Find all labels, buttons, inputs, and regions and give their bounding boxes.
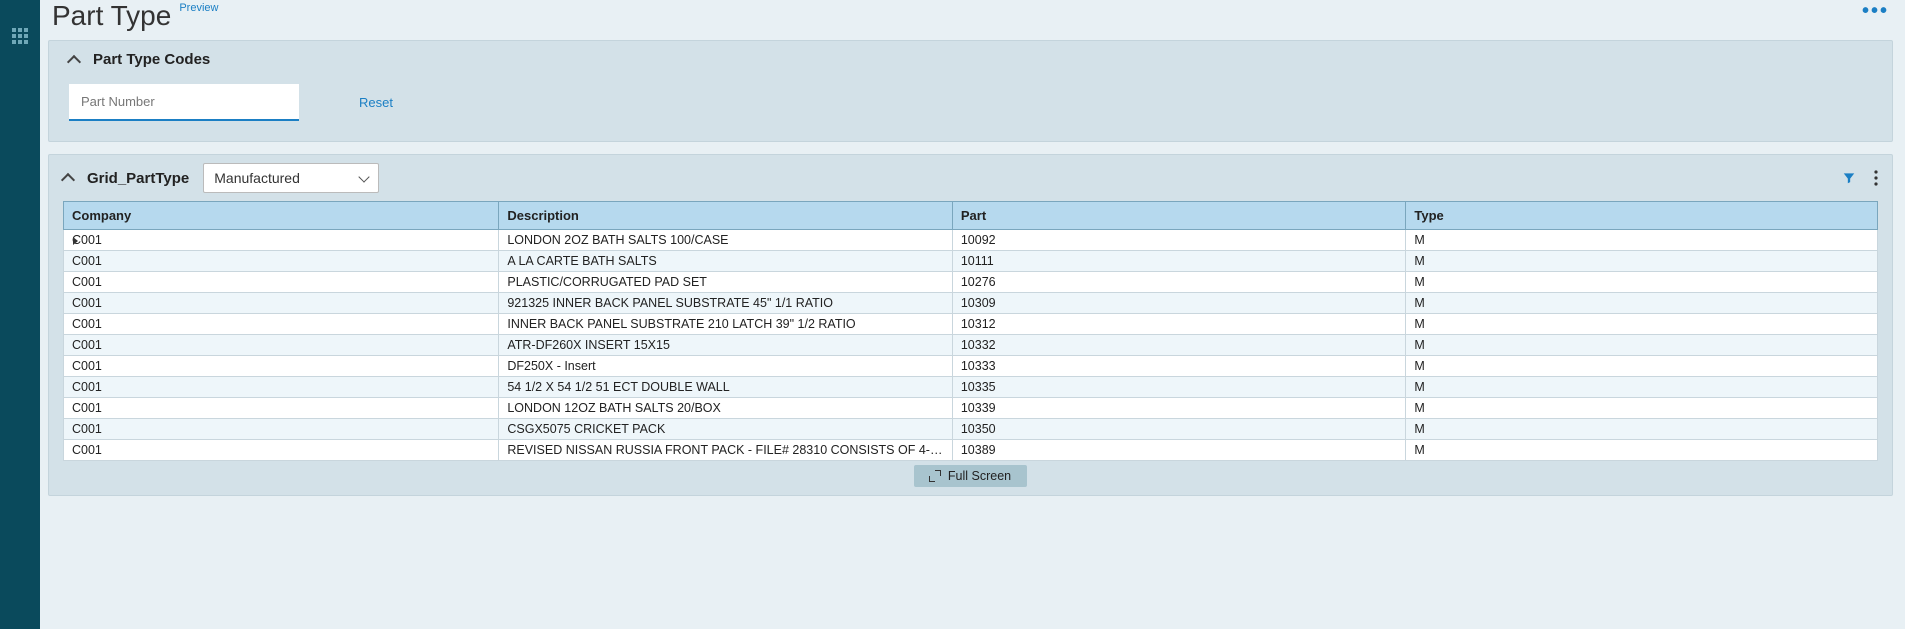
table-row[interactable]: C001INNER BACK PANEL SUBSTRATE 210 LATCH… [64,314,1878,335]
current-row-caret-icon [73,237,78,245]
col-header-type[interactable]: Type [1406,202,1878,230]
cell-description[interactable]: DF250X - Insert [499,356,953,377]
filter-panel-title: Part Type Codes [93,51,210,68]
expand-icon [930,471,940,481]
grid-header-row: Company Description Part Type [64,202,1878,230]
grid-tools [1842,170,1878,186]
cell-part[interactable]: 10333 [952,356,1406,377]
cell-part[interactable]: 10309 [952,293,1406,314]
col-header-description[interactable]: Description [499,202,953,230]
cell-company[interactable]: C001 [64,377,499,398]
cell-company[interactable]: C001 [64,230,499,251]
table-row[interactable]: C001LONDON 2OZ BATH SALTS 100/CASE10092M [64,230,1878,251]
collapse-icon[interactable] [61,173,75,187]
cell-company[interactable]: C001 [64,356,499,377]
table-row[interactable]: C001PLASTIC/CORRUGATED PAD SET10276M [64,272,1878,293]
cell-type[interactable]: M [1406,293,1878,314]
dropdown-value: Manufactured [214,170,300,186]
reset-button[interactable]: Reset [359,95,393,110]
cell-type[interactable]: M [1406,251,1878,272]
grid-panel-title: Grid_PartType [87,170,189,187]
type-filter-dropdown[interactable]: Manufactured [203,163,379,193]
kebab-menu-icon[interactable] [1874,170,1878,186]
part-number-input[interactable] [69,84,299,121]
grid-body: Company Description Part Type C001LONDON… [49,201,1892,461]
cell-type[interactable]: M [1406,419,1878,440]
cell-description[interactable]: 54 1/2 X 54 1/2 51 ECT DOUBLE WALL [499,377,953,398]
cell-company[interactable]: C001 [64,419,499,440]
cell-part[interactable]: 10389 [952,440,1406,461]
grid-panel-header: Grid_PartType Manufactured [49,155,1892,201]
cell-company[interactable]: C001 [64,314,499,335]
grid-panel: Grid_PartType Manufactured [48,154,1893,496]
cell-company[interactable]: C001 [64,335,499,356]
cell-description[interactable]: LONDON 12OZ BATH SALTS 20/BOX [499,398,953,419]
fullscreen-button[interactable]: Full Screen [914,465,1027,487]
col-header-part[interactable]: Part [952,202,1406,230]
table-row[interactable]: C001921325 INNER BACK PANEL SUBSTRATE 45… [64,293,1878,314]
cell-company[interactable]: C001 [64,398,499,419]
cell-part[interactable]: 10335 [952,377,1406,398]
filter-panel-header: Part Type Codes [49,41,1892,78]
cell-type[interactable]: M [1406,440,1878,461]
cell-type[interactable]: M [1406,335,1878,356]
parttype-grid[interactable]: Company Description Part Type C001LONDON… [63,201,1878,461]
filter-panel: Part Type Codes Reset [48,40,1893,142]
preview-badge[interactable]: Preview [179,2,218,14]
apps-grid-icon[interactable] [12,28,28,44]
left-nav-rail [0,0,40,629]
cell-description[interactable]: CSGX5075 CRICKET PACK [499,419,953,440]
cell-type[interactable]: M [1406,398,1878,419]
cell-company[interactable]: C001 [64,251,499,272]
cell-part[interactable]: 10092 [952,230,1406,251]
table-row[interactable]: C001CSGX5075 CRICKET PACK10350M [64,419,1878,440]
cell-description[interactable]: LONDON 2OZ BATH SALTS 100/CASE [499,230,953,251]
table-row[interactable]: C001LONDON 12OZ BATH SALTS 20/BOX10339M [64,398,1878,419]
table-row[interactable]: C001DF250X - Insert10333M [64,356,1878,377]
cell-description[interactable]: A LA CARTE BATH SALTS [499,251,953,272]
cell-type[interactable]: M [1406,377,1878,398]
table-row[interactable]: C001ATR-DF260X INSERT 15X1510332M [64,335,1878,356]
more-actions-button[interactable]: ••• [1862,0,1889,23]
cell-part[interactable]: 10111 [952,251,1406,272]
cell-part[interactable]: 10332 [952,335,1406,356]
cell-part[interactable]: 10276 [952,272,1406,293]
cell-part[interactable]: 10339 [952,398,1406,419]
cell-company[interactable]: C001 [64,440,499,461]
cell-description[interactable]: ATR-DF260X INSERT 15X15 [499,335,953,356]
cell-company[interactable]: C001 [64,293,499,314]
collapse-icon[interactable] [67,54,81,68]
cell-description[interactable]: INNER BACK PANEL SUBSTRATE 210 LATCH 39"… [499,314,953,335]
cell-description[interactable]: 921325 INNER BACK PANEL SUBSTRATE 45" 1/… [499,293,953,314]
page-header: Part Type Preview ••• [44,0,1897,40]
fullscreen-bar: Full Screen [49,461,1892,495]
table-row[interactable]: C001A LA CARTE BATH SALTS10111M [64,251,1878,272]
page-title: Part Type [52,0,171,32]
cell-type[interactable]: M [1406,356,1878,377]
filter-icon[interactable] [1842,171,1856,185]
cell-part[interactable]: 10350 [952,419,1406,440]
fullscreen-label: Full Screen [948,469,1011,483]
cell-description[interactable]: PLASTIC/CORRUGATED PAD SET [499,272,953,293]
filter-row: Reset [49,78,1892,141]
table-row[interactable]: C00154 1/2 X 54 1/2 51 ECT DOUBLE WALL10… [64,377,1878,398]
cell-type[interactable]: M [1406,314,1878,335]
chevron-down-icon [358,171,369,182]
col-header-company[interactable]: Company [64,202,499,230]
cell-part[interactable]: 10312 [952,314,1406,335]
cell-company[interactable]: C001 [64,272,499,293]
cell-type[interactable]: M [1406,230,1878,251]
cell-description[interactable]: REVISED NISSAN RUSSIA FRONT PACK - FILE#… [499,440,953,461]
main-content: Part Type Preview ••• Part Type Codes Re… [40,0,1905,629]
table-row[interactable]: C001REVISED NISSAN RUSSIA FRONT PACK - F… [64,440,1878,461]
cell-type[interactable]: M [1406,272,1878,293]
